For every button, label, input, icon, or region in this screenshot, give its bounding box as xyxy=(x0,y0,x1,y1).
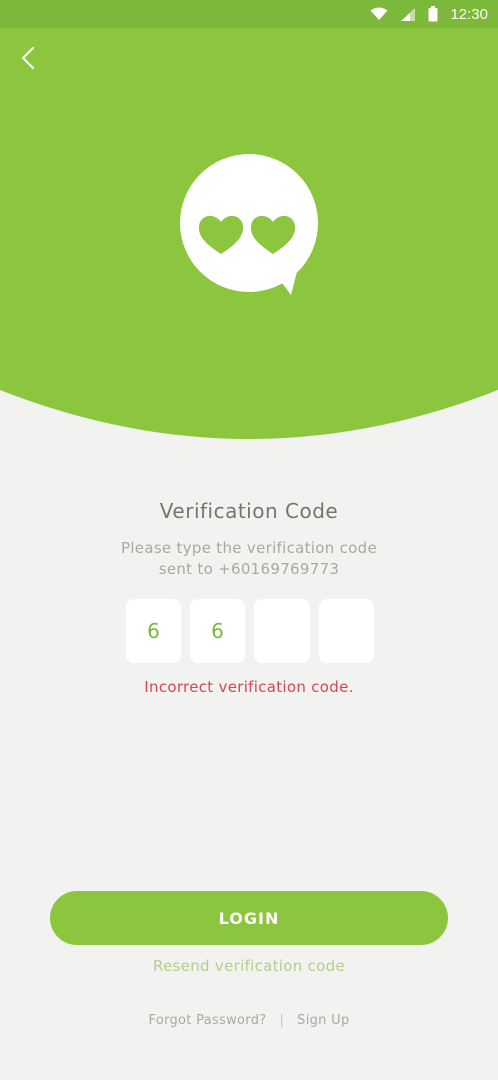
back-button[interactable] xyxy=(12,44,44,76)
battery-icon xyxy=(428,6,438,22)
verification-code-input: 6 6 xyxy=(126,599,374,663)
wifi-icon xyxy=(370,7,388,21)
status-icons: 12:30 xyxy=(370,0,488,28)
forgot-password-link[interactable]: Forgot Password? xyxy=(149,1013,267,1028)
footer-links: Forgot Password? | Sign Up xyxy=(0,1013,498,1028)
login-button[interactable]: LOGIN xyxy=(50,891,448,945)
code-digit-2[interactable]: 6 xyxy=(190,599,245,663)
verification-instructions: Please type the verification code sent t… xyxy=(0,538,498,580)
status-time: 12:30 xyxy=(450,5,488,23)
status-bar: 12:30 xyxy=(0,0,498,28)
hero-header xyxy=(0,28,498,440)
instructions-line-2: sent to +60169769773 xyxy=(158,560,340,578)
chevron-left-icon xyxy=(21,46,35,74)
instructions-line-1: Please type the verification code xyxy=(120,539,377,557)
app-logo xyxy=(178,154,320,298)
cell-signal-icon xyxy=(400,7,416,22)
code-digit-4[interactable] xyxy=(319,599,374,663)
code-digit-3[interactable] xyxy=(254,599,310,663)
chat-bubble-hearts-icon xyxy=(178,154,320,302)
page-title: Verification Code xyxy=(159,499,339,523)
footer-separator: | xyxy=(279,1013,285,1028)
sign-up-link[interactable]: Sign Up xyxy=(297,1013,349,1028)
resend-code-link[interactable]: Resend verification code xyxy=(0,957,498,975)
code-digit-1[interactable]: 6 xyxy=(126,599,181,663)
error-message: Incorrect verification code. xyxy=(144,678,354,696)
